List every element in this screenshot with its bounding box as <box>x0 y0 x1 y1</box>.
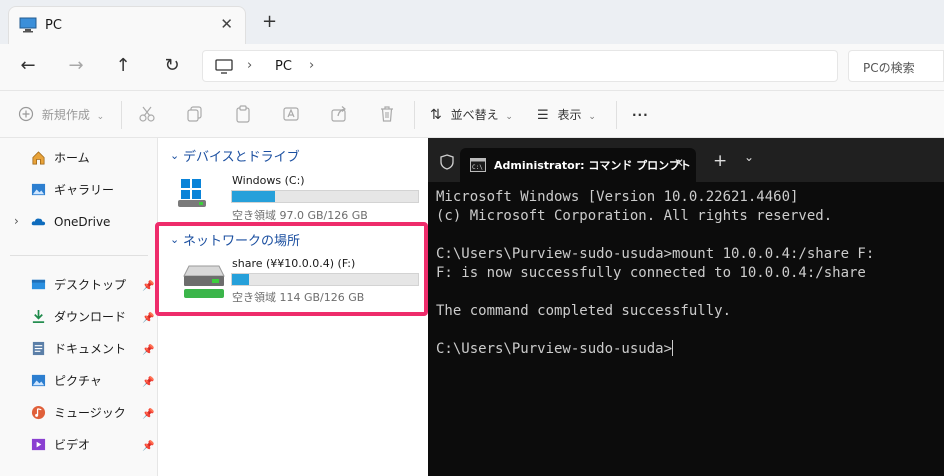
view-button[interactable]: ☰ 表示 ⌄ <box>537 106 596 126</box>
close-icon[interactable]: ✕ <box>674 156 684 170</box>
onedrive-icon <box>31 218 46 226</box>
add-circle-icon <box>18 106 34 122</box>
pin-icon[interactable]: 📌 <box>142 409 154 420</box>
pictures-icon <box>31 374 46 387</box>
terminal-output[interactable] <box>428 182 944 476</box>
cmd-icon: C:\ <box>470 158 486 172</box>
gallery-icon <box>31 183 46 196</box>
collapse-chevron-icon[interactable]: ⌄ <box>170 149 179 162</box>
breadcrumb-chevron-icon[interactable]: › <box>309 58 314 73</box>
address-bar[interactable]: › PC › <box>202 50 838 82</box>
new-tab-button[interactable]: + <box>262 13 277 31</box>
sort-label: 並べ替え <box>450 108 499 122</box>
drive-c-usage-bar <box>231 190 419 203</box>
sidebar-item-label: ホーム <box>54 151 90 165</box>
terminal-line: Microsoft Windows [Version 10.0.22621.44… <box>436 189 799 205</box>
monitor-icon <box>215 59 233 74</box>
terminal-prompt: C:\Users\Purview-sudo-usuda> <box>436 341 673 357</box>
up-button[interactable]: ↑ <box>111 56 135 76</box>
terminal-tab-title: Administrator: コマンド プロンプト <box>494 159 691 172</box>
search-input[interactable]: PCの検索 <box>863 59 915 76</box>
terminal-dropdown-icon[interactable]: ⌄ <box>744 150 754 164</box>
delete-icon[interactable] <box>378 105 396 123</box>
new-label: 新規作成 <box>41 108 90 122</box>
back-button[interactable]: ← <box>16 56 40 76</box>
drive-c-item[interactable]: Windows (C:) 空き領域 97.0 GB/126 GB <box>178 174 423 222</box>
expand-chevron-icon[interactable]: › <box>14 214 19 228</box>
toolbar-divider <box>414 101 415 129</box>
search-box[interactable]: PCの検索 <box>848 50 944 82</box>
paste-icon[interactable] <box>234 105 252 123</box>
pin-icon[interactable]: 📌 <box>142 281 154 292</box>
view-label: 表示 <box>557 108 582 122</box>
shield-icon <box>440 154 454 170</box>
drive-c-usage-fill <box>232 191 275 202</box>
sidebar-item-label: デスクトップ <box>54 278 127 292</box>
sidebar-item-label: ドキュメント <box>54 342 127 356</box>
terminal-line: (c) Microsoft Corporation. All rights re… <box>436 208 833 224</box>
sidebar-item-label: ダウンロード <box>54 310 127 324</box>
terminal-line: C:\Users\Purview-sudo-usuda>mount 10.0.0… <box>436 246 875 262</box>
pc-icon <box>19 17 37 33</box>
pin-icon[interactable]: 📌 <box>142 313 154 324</box>
drive-c-free-space: 空き領域 97.0 GB/126 GB <box>232 209 368 222</box>
sidebar-item-label: ギャラリー <box>54 183 115 197</box>
sidebar-item-label: ピクチャ <box>54 374 102 388</box>
documents-icon <box>32 341 45 356</box>
terminal-new-tab-button[interactable]: + <box>713 151 727 171</box>
music-icon <box>31 405 46 420</box>
text-cursor <box>672 340 674 356</box>
toolbar-divider <box>121 101 122 129</box>
breadcrumb-pc[interactable]: PC <box>275 59 292 74</box>
terminal-line: The command completed successfully. <box>436 303 732 319</box>
close-icon[interactable]: ✕ <box>220 15 233 33</box>
tab-pc[interactable]: PC ✕ <box>8 6 246 44</box>
video-icon <box>31 438 46 451</box>
terminal-line: F: is now successfully connected to 10.0… <box>436 265 866 281</box>
terminal-prompt-line[interactable]: C:\Users\Purview-sudo-usuda> <box>436 340 674 359</box>
breadcrumb-separator-icon: › <box>247 58 253 73</box>
terminal-tab[interactable]: C:\ Administrator: コマンド プロンプト ✕ <box>460 148 696 182</box>
tab-title: PC <box>45 18 62 33</box>
navigation-bar: ← → ↑ ↻ › PC › PCの検索 <box>0 44 944 90</box>
sidebar-item-label: ミュージック <box>54 406 126 420</box>
download-icon <box>32 309 45 323</box>
more-options-button[interactable]: ··· <box>632 106 649 124</box>
tab-strip: PC ✕ + <box>0 0 944 44</box>
pin-icon[interactable]: 📌 <box>142 345 154 356</box>
navigation-pane: ホーム ギャラリー › OneDrive デスクトップ 📌 ダウンロード 📌 ド… <box>0 138 158 476</box>
command-bar: 新規作成 ⌄ ⇅ 並べ替え ⌄ ☰ 表示 ⌄ ··· <box>0 90 944 138</box>
drive-icon <box>178 200 206 207</box>
sidebar-divider <box>10 255 148 256</box>
rename-icon[interactable] <box>282 105 300 123</box>
copy-icon[interactable] <box>186 105 204 123</box>
windows-logo-icon <box>181 179 201 199</box>
pin-icon[interactable]: 📌 <box>142 441 154 452</box>
cut-icon[interactable] <box>138 105 156 123</box>
pin-icon[interactable]: 📌 <box>142 377 154 388</box>
home-icon <box>32 151 45 165</box>
sidebar-item-label: OneDrive <box>54 215 111 229</box>
refresh-button[interactable]: ↻ <box>160 56 184 76</box>
forward-button[interactable]: → <box>64 56 88 76</box>
sort-icon: ⇅ <box>430 107 442 123</box>
sort-button[interactable]: ⇅ 並べ替え ⌄ <box>430 106 513 126</box>
chevron-down-icon: ⌄ <box>96 112 105 122</box>
toolbar-divider <box>616 101 617 129</box>
drive-c-name: Windows (C:) <box>232 174 305 187</box>
svg-text:C:\: C:\ <box>472 164 483 171</box>
chevron-down-icon: ⌄ <box>588 112 596 122</box>
group-devices-title[interactable]: デバイスとドライブ <box>183 146 300 165</box>
share-icon[interactable] <box>330 105 348 123</box>
desktop-folder-icon <box>31 279 46 290</box>
sidebar-item-label: ビデオ <box>54 438 91 452</box>
chevron-down-icon: ⌄ <box>505 112 513 122</box>
highlight-annotation <box>155 222 428 316</box>
view-list-icon: ☰ <box>537 108 549 123</box>
new-button[interactable]: 新規作成 ⌄ <box>18 106 104 126</box>
